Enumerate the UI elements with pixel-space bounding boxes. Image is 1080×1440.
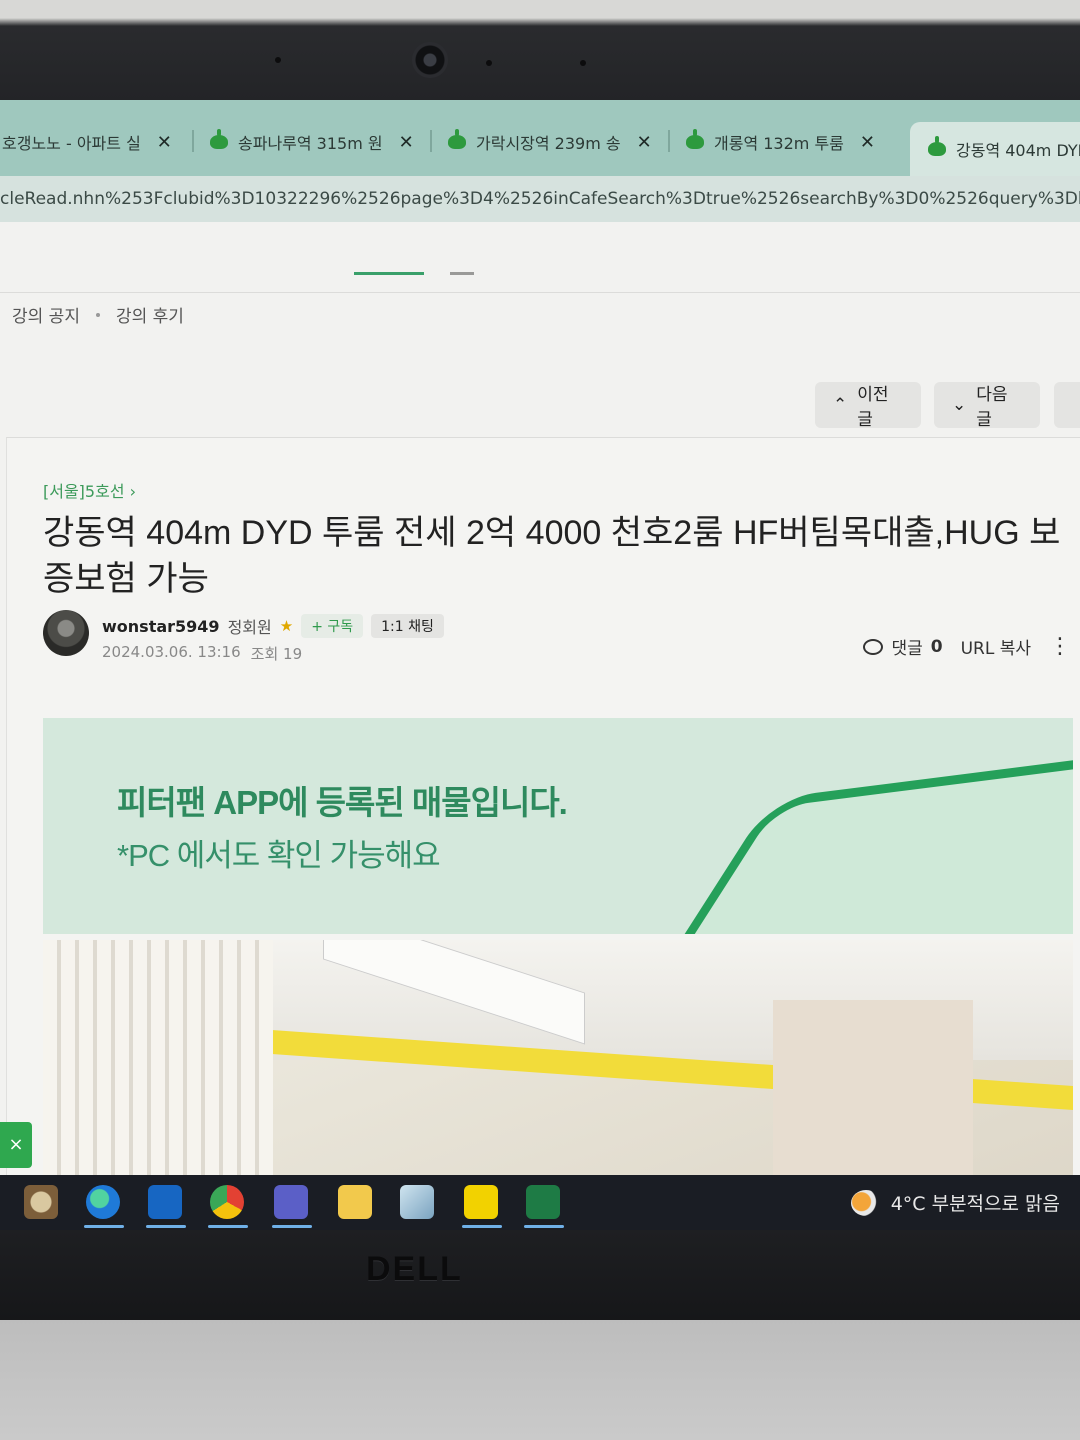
close-icon[interactable]: ✕ <box>860 132 875 153</box>
file-explorer-icon[interactable] <box>338 1185 372 1219</box>
banner-subtext: *PC 에서도 확인 가능해요 <box>117 838 441 873</box>
tab-divider <box>668 130 670 152</box>
member-grade: 정회원 <box>227 618 272 637</box>
tab-label: 송파나루역 315m 원 <box>238 134 383 153</box>
close-icon[interactable]: ✕ <box>637 132 652 153</box>
prev-post-button[interactable]: ⌃ 이전글 <box>815 382 921 430</box>
tab-gaerong[interactable]: 개롱역 132m 투룸 ✕ <box>686 118 875 166</box>
phone-illustration <box>612 739 1073 934</box>
outlook-icon[interactable] <box>148 1185 182 1219</box>
windows-taskbar: 4°C 부분적으로 맑음 <box>0 1175 1080 1230</box>
article-title: 강동역 404m DYD 투룸 전세 2억 4000 천호2룸 HF버팀목대출,… <box>43 514 1061 598</box>
bezel-sensor <box>486 60 492 66</box>
tab-label: 개롱역 132m 투룸 <box>714 134 844 153</box>
close-icon[interactable]: ✕ <box>399 132 414 153</box>
menu-item-lecture-review[interactable]: 강의 후기 <box>116 302 184 327</box>
weather-widget[interactable]: 4°C 부분적으로 맑음 <box>850 1189 1060 1216</box>
cafe-favicon-icon <box>448 129 466 149</box>
notes-app-icon[interactable] <box>400 1185 434 1219</box>
browser-tab-strip: 호갱노노 - 아파트 실 ✕ 송파나루역 315m 원 ✕ 가락시장역 239m… <box>0 100 1080 176</box>
comment-count: 0 <box>930 636 943 657</box>
more-options-icon[interactable]: ⋮ <box>1049 635 1071 657</box>
paint-icon[interactable] <box>24 1185 58 1219</box>
author-info: wonstar5949 정회원 ★ + 구독 1:1 채팅 <box>102 614 444 638</box>
sticky-notes-icon[interactable] <box>464 1185 498 1219</box>
chat-button[interactable]: 1:1 채팅 <box>371 614 444 638</box>
url-copy-button[interactable]: URL 복사 <box>961 634 1031 659</box>
subscribe-button[interactable]: + 구독 <box>301 614 364 638</box>
star-icon: ★ <box>279 617 294 635</box>
avatar[interactable] <box>43 610 89 656</box>
tab-garak[interactable]: 가락시장역 239m 송 ✕ <box>448 118 652 166</box>
post-date: 2024.03.06. 13:16 <box>102 643 241 661</box>
active-menu-indicator <box>354 272 424 275</box>
tab-label: 가락시장역 239m 송 <box>476 134 621 153</box>
running-indicator <box>272 1225 312 1228</box>
list-button[interactable] <box>1054 382 1080 428</box>
tab-divider <box>192 130 194 152</box>
chevron-down-icon: ⌄ <box>952 395 967 415</box>
running-indicator <box>146 1225 186 1228</box>
next-post-label: 다음글 <box>976 385 1008 430</box>
board-link[interactable]: [서울]5호선 › <box>43 478 136 502</box>
cafe-page: 강의 공지 강의 후기 ⌃ 이전글 ⌄ 다음글 [서울]5호선 › 강동역 40… <box>0 222 1080 1230</box>
menu-item-lecture-notice[interactable]: 강의 공지 <box>12 302 80 327</box>
edge-icon[interactable] <box>86 1185 120 1219</box>
tab-gangdong-active[interactable]: 강동역 404m DYD <box>910 122 1080 176</box>
teams-icon[interactable] <box>274 1185 308 1219</box>
laptop-chassis <box>0 1320 1080 1440</box>
post-tools: 댓글 0 URL 복사 ⋮ <box>863 634 1071 659</box>
author-nickname[interactable]: wonstar5949 <box>102 617 220 636</box>
comment-button[interactable]: 댓글 0 <box>863 634 943 659</box>
running-indicator <box>84 1225 124 1228</box>
comment-label: 댓글 <box>891 639 923 659</box>
screen: 호갱노노 - 아파트 실 ✕ 송파나루역 315m 원 ✕ 가락시장역 239m… <box>0 100 1080 1230</box>
tab-songpanaru[interactable]: 송파나루역 315m 원 ✕ <box>210 118 414 166</box>
tab-divider <box>430 130 432 152</box>
weather-text: 4°C 부분적으로 맑음 <box>890 1193 1060 1215</box>
next-post-button[interactable]: ⌄ 다음글 <box>934 382 1040 430</box>
post-meta: 2024.03.06. 13:16 조회 19 <box>102 643 302 664</box>
menu-separator <box>95 312 100 317</box>
side-panel-close-button[interactable]: × <box>0 1122 32 1168</box>
excel-icon[interactable] <box>526 1185 560 1219</box>
app-banner: 피터팬 APP에 등록된 매물입니다. *PC 에서도 확인 가능해요 <box>43 718 1073 934</box>
article: [서울]5호선 › 강동역 404m DYD 투룸 전세 2억 4000 천호2… <box>6 437 1080 1230</box>
tab-label: 강동역 404m DYD <box>956 141 1080 160</box>
webcam <box>412 42 448 78</box>
tab-label: 호갱노노 - 아파트 실 <box>2 134 141 153</box>
close-icon[interactable]: ✕ <box>157 132 172 153</box>
cafe-header-strip <box>0 222 1080 293</box>
menu-indicator <box>450 272 474 275</box>
running-indicator <box>462 1225 502 1228</box>
running-indicator <box>208 1225 248 1228</box>
chevron-up-icon: ⌃ <box>833 395 848 415</box>
cafe-favicon-icon <box>686 129 704 149</box>
prev-post-label: 이전글 <box>857 385 889 430</box>
laptop-bottom-bezel: DELL <box>0 1230 1080 1330</box>
dell-logo: DELL <box>366 1250 463 1288</box>
chrome-icon[interactable] <box>210 1185 244 1219</box>
partly-cloudy-icon <box>850 1189 881 1216</box>
cafe-submenu: 강의 공지 강의 후기 <box>12 302 184 327</box>
running-indicator <box>524 1225 564 1228</box>
cafe-favicon-icon <box>210 129 228 149</box>
view-count: 조회 19 <box>250 645 303 663</box>
banner-headline: 피터팬 APP에 등록된 매물입니다. <box>117 784 568 821</box>
bezel-sensor <box>580 60 586 66</box>
cafe-favicon-icon <box>928 136 946 156</box>
address-url: cleRead.nhn%253Fclubid%3D10322296%2526pa… <box>0 189 1080 209</box>
address-bar[interactable]: cleRead.nhn%253Fclubid%3D10322296%2526pa… <box>0 176 1080 222</box>
tab-hogangnono[interactable]: 호갱노노 - 아파트 실 ✕ <box>2 118 172 166</box>
bezel-sensor <box>275 57 281 63</box>
comment-icon <box>863 638 884 655</box>
